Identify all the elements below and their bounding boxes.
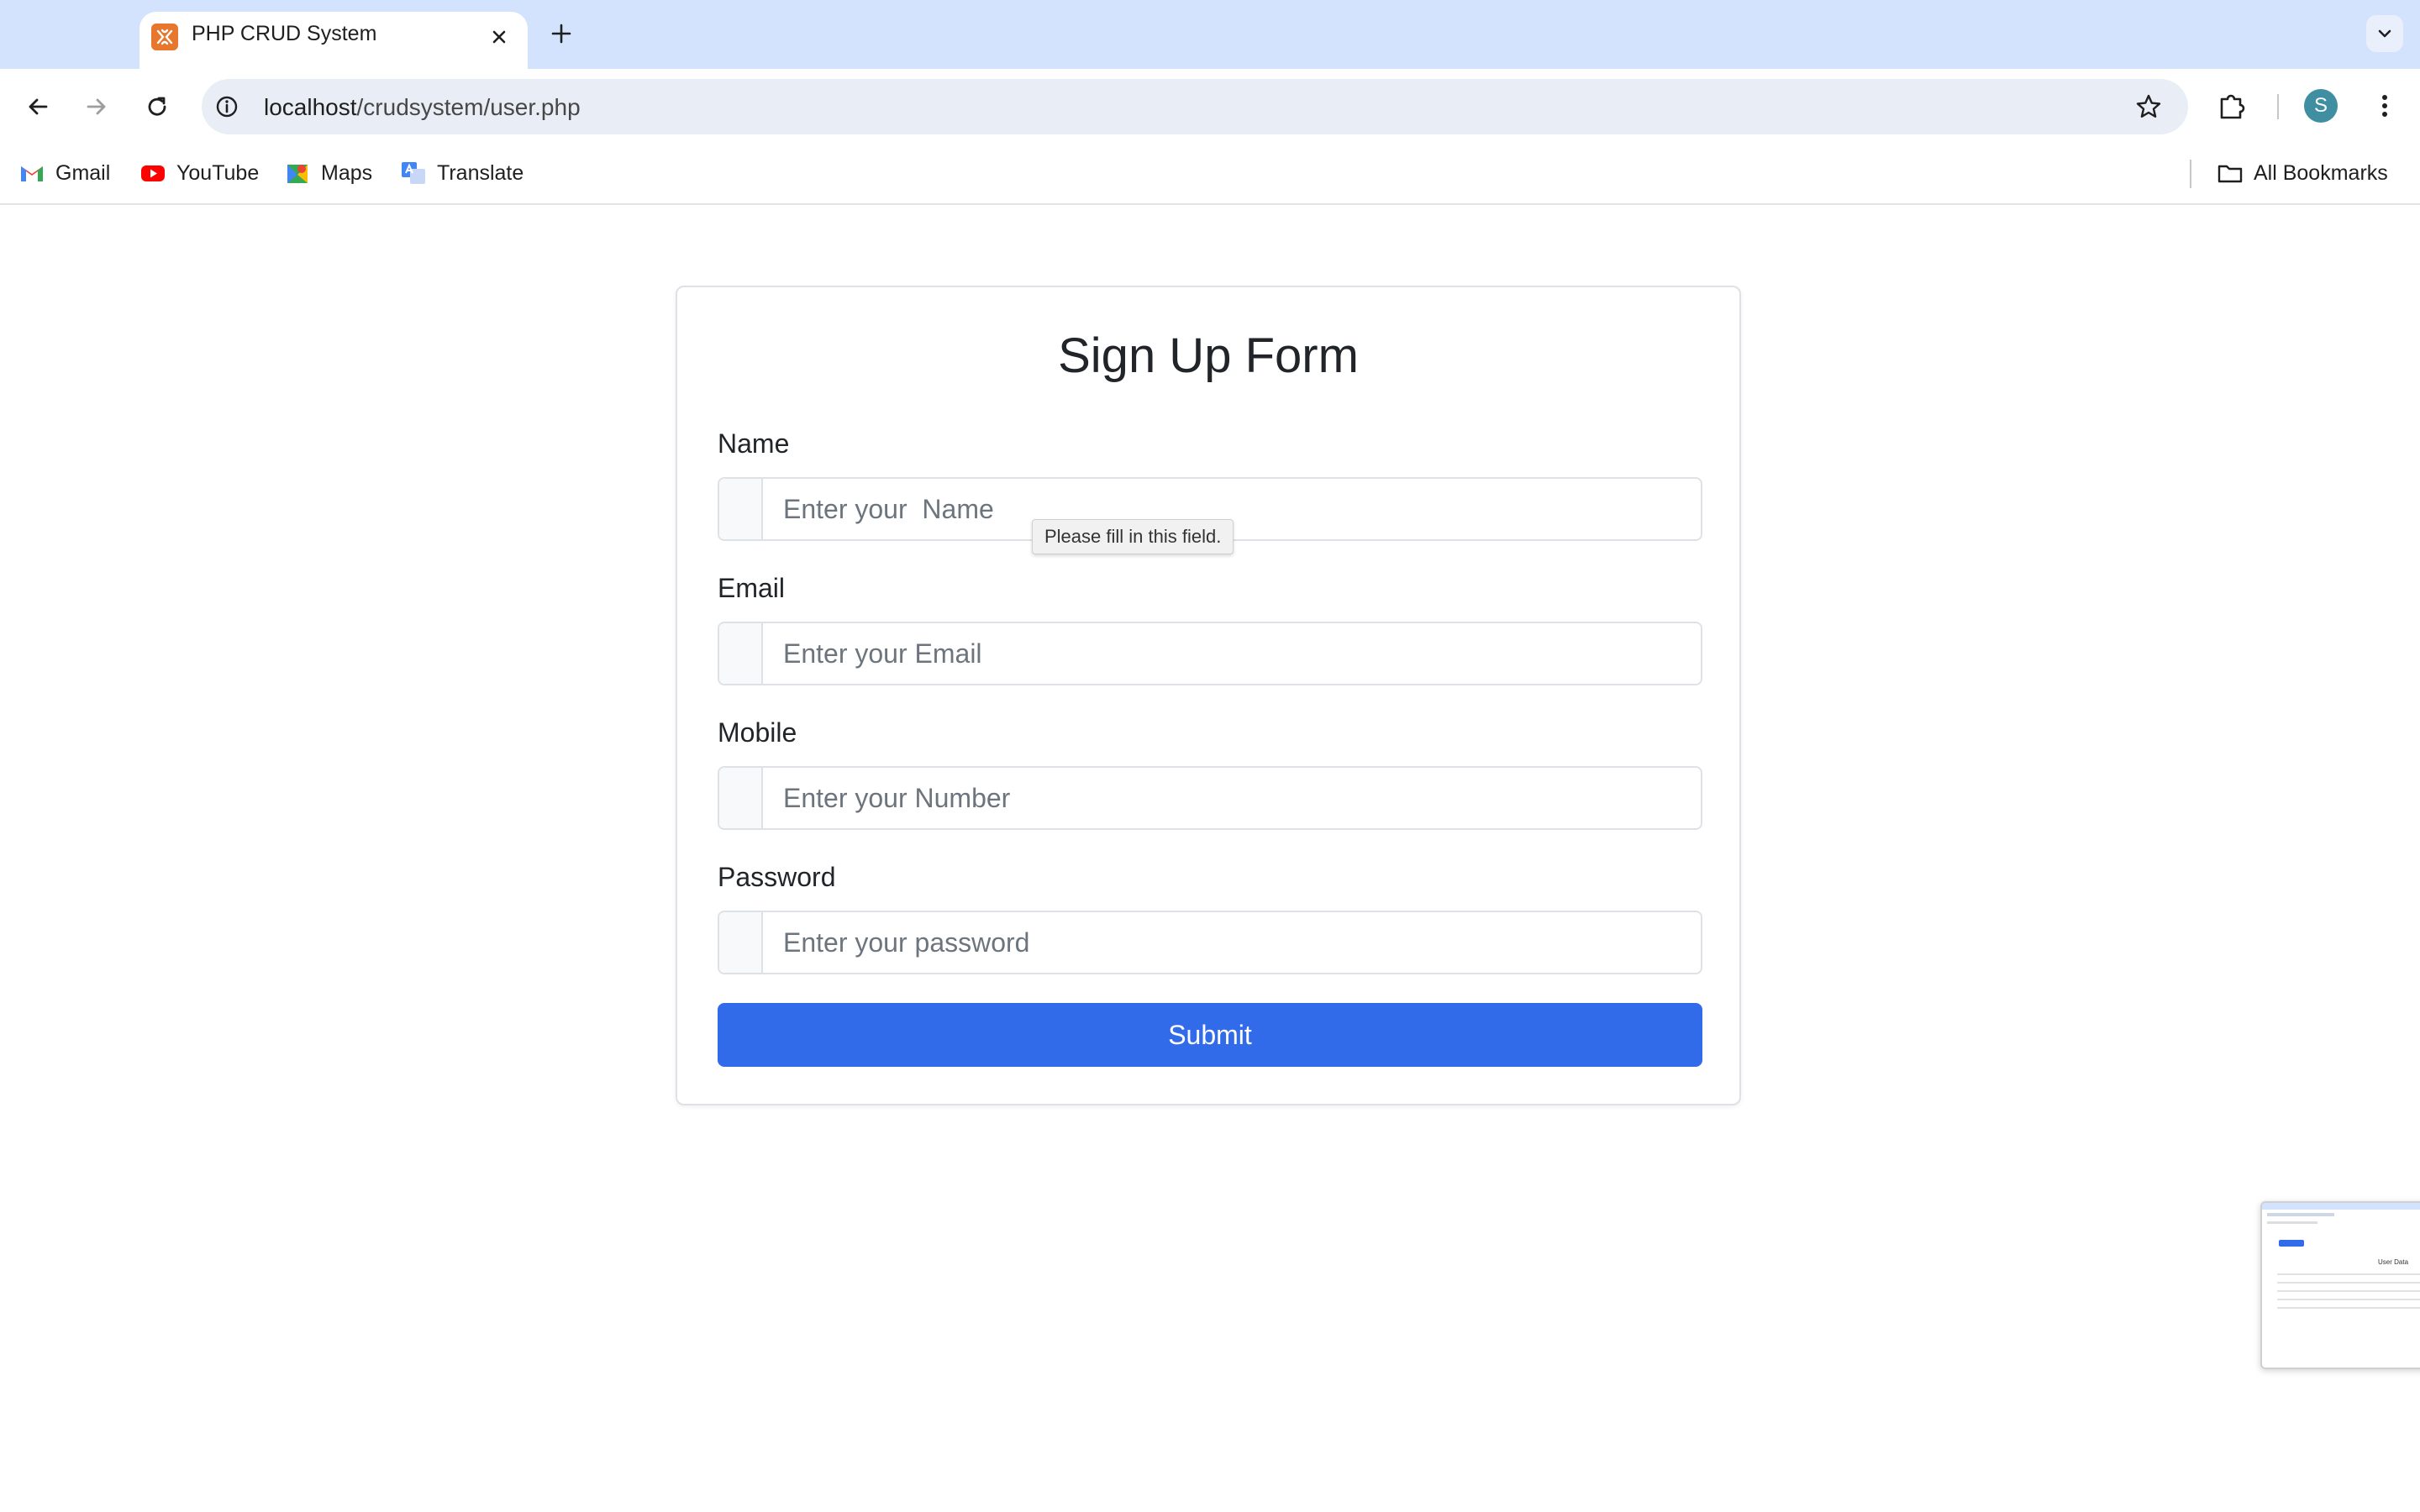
password-input[interactable] bbox=[763, 912, 1701, 973]
input-group-addon bbox=[719, 912, 763, 973]
thumbnail-row bbox=[2277, 1282, 2420, 1284]
validation-tooltip: Please fill in this field. bbox=[1032, 519, 1234, 554]
site-info-icon[interactable] bbox=[213, 93, 240, 120]
browser-toolbar: localhost/crudsystem/user.php S bbox=[0, 69, 2420, 144]
submit-button[interactable]: Submit bbox=[718, 1003, 1702, 1067]
thumbnail-row bbox=[2277, 1290, 2420, 1292]
toolbar-divider bbox=[2277, 94, 2279, 119]
thumbnail-row bbox=[2277, 1299, 2420, 1300]
extensions-puzzle-icon[interactable] bbox=[2215, 89, 2249, 123]
url-text: localhost/crudsystem/user.php bbox=[264, 94, 581, 121]
xampp-icon bbox=[151, 24, 178, 50]
bookmark-star-icon[interactable] bbox=[2134, 92, 2163, 121]
thumbnail-tabstrip bbox=[2262, 1203, 2420, 1210]
tab-strip: PHP CRUD System bbox=[0, 0, 2420, 69]
password-field[interactable] bbox=[718, 911, 1702, 974]
email-field[interactable] bbox=[718, 622, 1702, 685]
profile-avatar[interactable]: S bbox=[2304, 89, 2338, 123]
thumbnail-addressbar bbox=[2267, 1213, 2334, 1216]
bookmarks-divider bbox=[2190, 160, 2191, 188]
browser-tab[interactable]: PHP CRUD System bbox=[139, 12, 528, 69]
bookmark-maps[interactable]: Maps bbox=[284, 156, 372, 190]
mobile-field[interactable] bbox=[718, 766, 1702, 830]
maps-icon bbox=[284, 160, 311, 186]
all-bookmarks[interactable]: All Bookmarks bbox=[2217, 156, 2388, 190]
kebab-menu-icon[interactable] bbox=[2368, 89, 2402, 123]
bookmark-translate[interactable]: Translate bbox=[400, 156, 523, 190]
address-bar[interactable]: localhost/crudsystem/user.php bbox=[202, 79, 2188, 134]
bookmark-label: Translate bbox=[437, 160, 524, 185]
bookmark-label: YouTube bbox=[176, 160, 260, 185]
thumbnail-row bbox=[2277, 1273, 2420, 1275]
mobile-input[interactable] bbox=[763, 768, 1701, 828]
gmail-icon bbox=[18, 160, 45, 186]
bookmark-gmail[interactable]: Gmail bbox=[18, 156, 110, 190]
folder-icon bbox=[2217, 160, 2244, 186]
mobile-label: Mobile bbox=[718, 717, 797, 748]
url-host: localhost bbox=[264, 94, 357, 120]
bookmark-label: Gmail bbox=[55, 160, 111, 185]
email-label: Email bbox=[718, 573, 786, 603]
input-group-addon bbox=[719, 479, 763, 539]
reload-icon[interactable] bbox=[138, 87, 176, 126]
all-bookmarks-label: All Bookmarks bbox=[2254, 160, 2388, 185]
youtube-icon bbox=[139, 160, 166, 186]
thumbnail-button bbox=[2279, 1240, 2304, 1247]
thumbnail-row bbox=[2277, 1307, 2420, 1309]
back-arrow-icon[interactable] bbox=[18, 87, 57, 126]
password-label: Password bbox=[718, 862, 836, 892]
thumbnail-title: User Data bbox=[2378, 1258, 2409, 1266]
bookmark-youtube[interactable]: YouTube bbox=[139, 156, 259, 190]
url-path: /crudsystem/user.php bbox=[356, 94, 581, 120]
close-icon[interactable] bbox=[486, 24, 513, 50]
bookmarks-bar: Gmail YouTube Maps Translate All Bookmar… bbox=[0, 144, 2420, 205]
chevron-down-icon[interactable] bbox=[2366, 15, 2403, 52]
new-tab-plus-icon[interactable] bbox=[544, 17, 578, 50]
forward-arrow-icon[interactable] bbox=[77, 87, 116, 126]
thumbnail-bookmarks bbox=[2267, 1221, 2317, 1224]
input-group-addon bbox=[719, 623, 763, 684]
bookmark-label: Maps bbox=[321, 160, 373, 185]
name-label: Name bbox=[718, 428, 790, 459]
tab-title: PHP CRUD System bbox=[192, 22, 377, 45]
translate-icon bbox=[400, 160, 427, 186]
form-title: Sign Up Form bbox=[1058, 328, 1359, 383]
page-thumbnail-preview[interactable]: User Data bbox=[2260, 1201, 2420, 1369]
signup-card: Sign Up Form Name Email Mobile Password … bbox=[676, 286, 1741, 1105]
input-group-addon bbox=[719, 768, 763, 828]
email-input[interactable] bbox=[763, 623, 1701, 684]
